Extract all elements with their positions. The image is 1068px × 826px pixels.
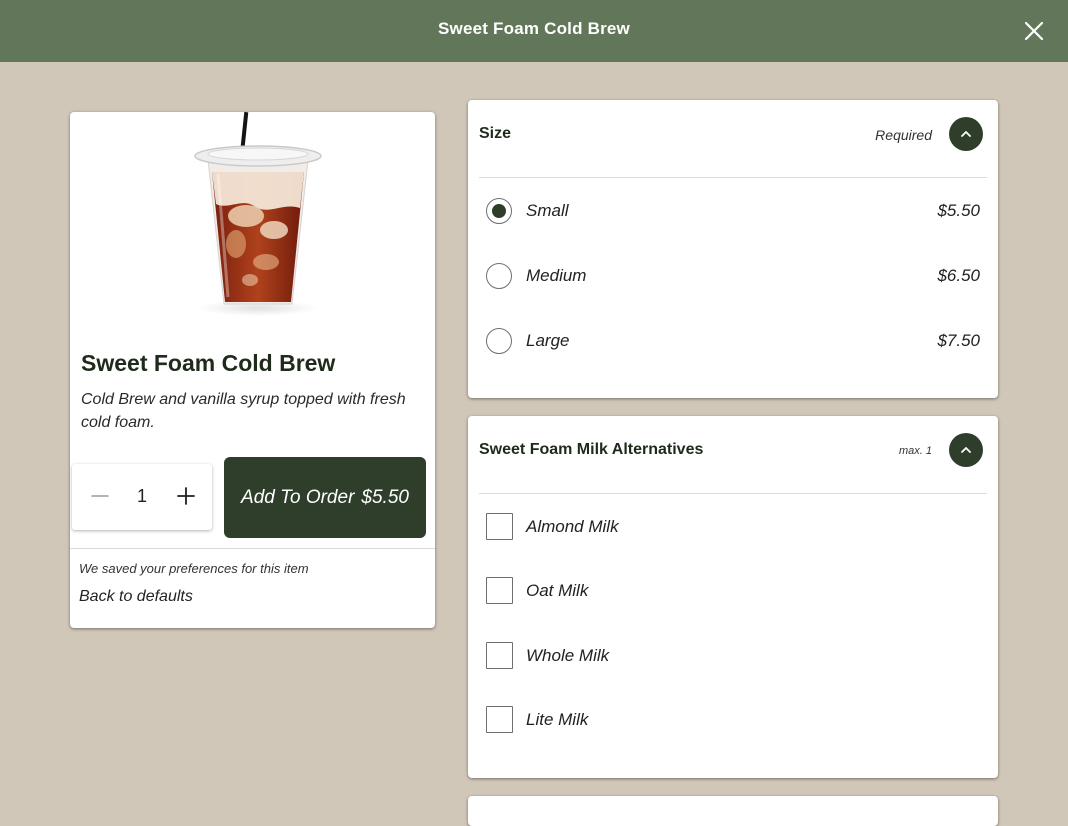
chevron-up-icon	[961, 131, 971, 137]
product-image	[188, 111, 328, 322]
product-name: Sweet Foam Cold Brew	[81, 350, 336, 376]
size-option-price: $6.50	[937, 266, 980, 285]
add-to-order-button[interactable]: Add To Order $5.50	[224, 457, 426, 538]
milk-option-oat[interactable]: Oat Milk	[486, 577, 980, 607]
milk-collapse-button[interactable]	[949, 433, 983, 467]
size-option-medium[interactable]: Medium $6.50	[486, 262, 980, 292]
milk-option-label: Almond Milk	[526, 517, 619, 536]
size-section-title: Size	[479, 125, 512, 142]
size-option-label: Medium	[526, 266, 587, 285]
section-divider	[479, 493, 987, 494]
radio-unselected[interactable]	[486, 263, 512, 289]
milk-option-label: Whole Milk	[526, 646, 610, 665]
checkbox[interactable]	[486, 642, 513, 669]
checkbox[interactable]	[486, 706, 513, 733]
milk-option-almond[interactable]: Almond Milk	[486, 513, 980, 543]
checkbox[interactable]	[486, 577, 513, 604]
page-title: Sweet Foam Cold Brew	[438, 19, 630, 38]
close-icon[interactable]	[1022, 19, 1046, 43]
header-bar: Sweet Foam Cold Brew	[0, 0, 1068, 62]
radio-selected[interactable]	[486, 198, 512, 224]
size-collapse-button[interactable]	[949, 117, 983, 151]
size-option-small[interactable]: Small $5.50	[486, 197, 980, 227]
chevron-up-icon	[961, 447, 971, 453]
size-option-label: Small	[526, 201, 569, 220]
milk-section-title: Sweet Foam Milk Alternatives	[479, 441, 704, 458]
size-section: Size Required Small $5.50 Medium $6.50 L…	[468, 100, 998, 398]
saved-preferences-note: We saved your preferences for this item	[79, 561, 309, 576]
divider	[70, 548, 435, 549]
plus-icon	[177, 487, 195, 505]
radio-unselected[interactable]	[486, 328, 512, 354]
milk-alternatives-section: Sweet Foam Milk Alternatives max. 1 Almo…	[468, 416, 998, 778]
add-to-order-price: $5.50	[361, 486, 409, 508]
milk-option-lite[interactable]: Lite Milk	[486, 706, 980, 736]
checkbox[interactable]	[486, 513, 513, 540]
next-section-card	[468, 796, 998, 826]
size-option-price: $5.50	[937, 201, 980, 220]
max-selection-label: max. 1	[898, 445, 932, 457]
milk-option-whole[interactable]: Whole Milk	[486, 642, 980, 672]
quantity-value: 1	[136, 486, 147, 506]
product-card: Sweet Foam Cold Brew Cold Brew and vanil…	[70, 111, 435, 628]
section-divider	[479, 177, 987, 178]
add-to-order-label: Add To Order	[241, 486, 355, 508]
milk-option-label: Oat Milk	[526, 581, 589, 600]
milk-option-label: Lite Milk	[526, 710, 589, 729]
increase-quantity-button[interactable]	[172, 482, 200, 510]
decrease-quantity-button[interactable]	[86, 482, 114, 510]
required-label: Required	[875, 127, 932, 143]
size-option-price: $7.50	[937, 331, 980, 350]
back-to-defaults-link[interactable]: Back to defaults	[79, 588, 193, 606]
size-option-label: Large	[526, 331, 570, 350]
minus-icon	[91, 495, 109, 497]
quantity-stepper: 1	[72, 464, 212, 530]
size-option-large[interactable]: Large $7.50	[486, 327, 980, 357]
product-description: Cold Brew and vanilla syrup topped with …	[81, 391, 406, 431]
